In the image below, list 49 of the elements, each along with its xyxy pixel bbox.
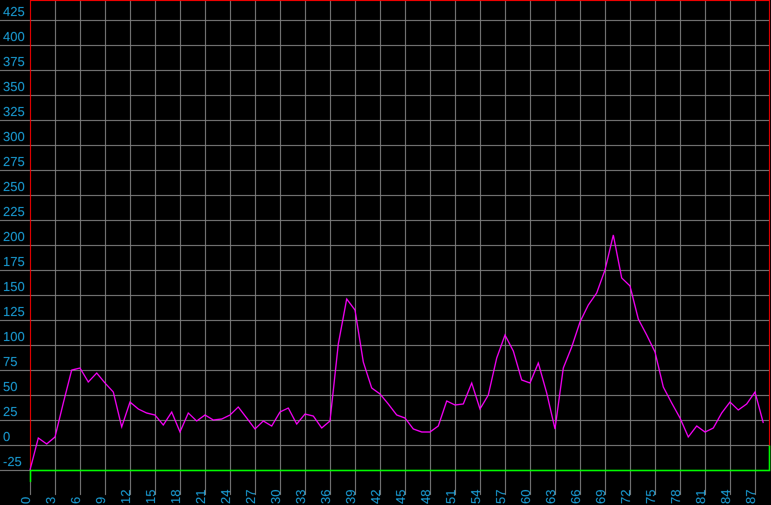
x-axis-label: 24 bbox=[218, 490, 233, 504]
x-axis-label: 72 bbox=[618, 490, 633, 504]
x-axis-label: 27 bbox=[243, 490, 258, 504]
x-axis-label: 39 bbox=[343, 490, 358, 504]
y-axis-label: 375 bbox=[3, 54, 25, 69]
x-axis-label: 48 bbox=[418, 490, 433, 504]
y-axis-label: 300 bbox=[3, 129, 25, 144]
x-axis-label: 60 bbox=[518, 490, 533, 504]
x-axis-label: 54 bbox=[468, 490, 483, 504]
x-axis-label: 33 bbox=[293, 490, 308, 504]
x-axis-label: 12 bbox=[118, 490, 133, 504]
y-axis-label: -25 bbox=[3, 454, 22, 469]
x-axis-label: 81 bbox=[693, 490, 708, 504]
x-axis-label: 6 bbox=[68, 496, 83, 504]
x-axis-label: 57 bbox=[493, 490, 508, 504]
x-axis-label: 30 bbox=[268, 490, 283, 504]
x-axis-label: 69 bbox=[593, 490, 608, 504]
y-axis-label: 350 bbox=[3, 79, 25, 94]
x-axis-label: 45 bbox=[393, 490, 408, 504]
y-axis-label: 225 bbox=[3, 204, 25, 219]
y-axis-label: 325 bbox=[3, 104, 25, 119]
x-axis-label: 63 bbox=[543, 490, 558, 504]
x-axis-label: 87 bbox=[743, 490, 758, 504]
x-axis-label: 51 bbox=[443, 490, 458, 504]
x-axis-label: 0 bbox=[18, 496, 33, 504]
x-axis-label: 18 bbox=[168, 490, 183, 504]
x-axis-label: 21 bbox=[193, 490, 208, 504]
x-axis-label: 78 bbox=[668, 490, 683, 504]
y-axis-label: 275 bbox=[3, 154, 25, 169]
y-axis-label: 100 bbox=[3, 329, 25, 344]
y-axis-label: 250 bbox=[3, 179, 25, 194]
y-axis-label: 125 bbox=[3, 304, 25, 319]
y-axis-label: 200 bbox=[3, 229, 25, 244]
y-axis-label: 425 bbox=[3, 4, 25, 19]
y-axis-label: 50 bbox=[3, 379, 18, 394]
x-axis-label: 84 bbox=[718, 490, 733, 504]
y-axis-label: 175 bbox=[3, 254, 25, 269]
x-axis-label: 3 bbox=[43, 496, 58, 504]
x-axis-label: 42 bbox=[368, 490, 383, 504]
x-axis-label: 75 bbox=[643, 490, 658, 504]
y-axis-label: 150 bbox=[3, 279, 25, 294]
x-axis-label: 66 bbox=[568, 490, 583, 504]
x-axis-label: 36 bbox=[318, 490, 333, 504]
y-axis-label: 0 bbox=[3, 429, 10, 444]
x-axis-label: 15 bbox=[143, 490, 158, 504]
y-axis-label: 25 bbox=[3, 404, 18, 419]
y-axis-label: 400 bbox=[3, 29, 25, 44]
x-axis-label: 9 bbox=[93, 496, 108, 504]
y-axis-label: 75 bbox=[3, 354, 18, 369]
